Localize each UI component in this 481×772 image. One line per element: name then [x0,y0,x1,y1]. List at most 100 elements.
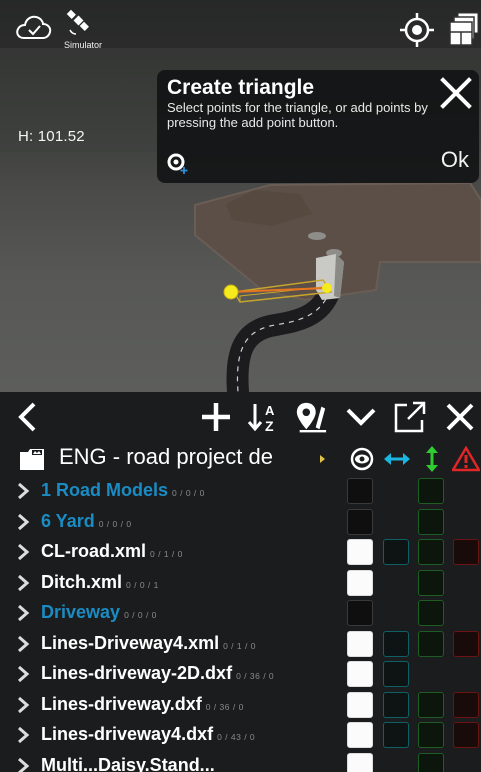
vertical-toggle[interactable] [418,508,444,535]
list-item-label: Lines-Driveway4.xml [41,632,220,653]
horizontal-toggle[interactable] [383,691,409,718]
list-item-name[interactable]: Lines-Driveway4.xml 0 / 1 / 0 [41,633,256,654]
visibility-toggle[interactable] [347,630,373,657]
project-title[interactable]: ENG - road project de [59,444,321,470]
vertical-toggle[interactable] [418,630,444,657]
vertical-toggle[interactable] [418,752,444,772]
warning-toggle[interactable] [453,539,479,565]
list-item-counts: 0 / 36 / 0 [236,671,275,681]
eye-icon[interactable] [348,446,376,472]
horizontal-arrows-icon[interactable] [383,446,411,472]
list-item-counts: 0 / 36 / 0 [205,701,244,712]
list-item[interactable]: Lines-driveway.dxf 0 / 36 / 0 [0,690,481,721]
vertical-toggle[interactable] [418,478,444,504]
vertical-toggle[interactable] [418,691,444,718]
list-item[interactable]: Ditch.xml 0 / 0 / 1 [0,568,481,599]
open-external-icon[interactable] [393,400,427,434]
list-item[interactable]: Lines-driveway-2D.dxf 0 / 36 / 0 [0,659,481,690]
back-chevron-icon[interactable] [10,400,44,434]
visibility-toggle[interactable] [347,691,373,718]
dialog-close-icon[interactable] [439,76,473,110]
chevron-right-icon[interactable] [16,513,30,531]
horizontal-toggle[interactable] [383,539,409,565]
chevron-right-icon[interactable] [16,726,30,744]
chevron-right-icon[interactable] [16,604,30,622]
list-item-name[interactable]: 1 Road Models 0 / 0 / 0 [41,480,205,501]
list-item[interactable]: CL-road.xml 0 / 1 / 0 [0,537,481,568]
title-expand-arrow-icon[interactable] [320,455,325,463]
chevron-right-icon[interactable] [16,482,30,500]
svg-text:Z: Z [265,418,274,434]
list-item-name[interactable]: CL-road.xml 0 / 1 / 0 [41,541,183,562]
list-item-label: Lines-driveway-2D.dxf [41,663,233,683]
layers-panel: AZ ENG - road project de 1 Road Models 0… [0,392,481,772]
project-folder-icon [18,446,46,472]
list-item[interactable]: Lines-Driveway4.xml 0 / 1 / 0 [0,629,481,660]
list-item-counts: 0 / 1 / 0 [150,549,183,559]
dialog-message-line1: Select points for the triangle, or add p… [167,100,428,115]
simulator-label: Simulator [64,40,103,50]
vertical-toggle[interactable] [418,569,444,596]
list-item-counts: 0 / 1 / 0 [223,640,256,651]
list-item-name[interactable]: Ditch.xml 0 / 0 / 1 [41,572,159,593]
visibility-toggle[interactable] [347,508,373,535]
visibility-toggle[interactable] [347,478,373,504]
locate-target-icon[interactable] [399,12,435,48]
project-header: ENG - road project de [0,440,481,476]
list-item-label: 1 Road Models [41,480,169,500]
warning-toggle[interactable] [453,722,479,748]
warning-icon[interactable] [452,446,480,472]
horizontal-toggle[interactable] [383,661,409,687]
sort-az-icon[interactable]: AZ [246,400,280,434]
add-icon[interactable] [199,400,233,434]
cloud-check-icon[interactable] [14,12,54,44]
visibility-toggle[interactable] [347,600,373,626]
visibility-toggle[interactable] [347,569,373,596]
list-item[interactable]: 6 Yard 0 / 0 / 0 [0,507,481,538]
ok-button[interactable]: Ok [441,147,469,173]
list-item[interactable]: Lines-driveway4.dxf 0 / 43 / 0 [0,720,481,751]
panel-close-icon[interactable] [443,400,477,434]
list-item-name[interactable]: Driveway 0 / 0 / 0 [41,602,157,623]
horizontal-toggle[interactable] [383,722,409,748]
chevron-right-icon[interactable] [16,543,30,561]
layers-icon[interactable] [449,12,479,46]
list-item-label: Ditch.xml [41,571,123,592]
visibility-toggle[interactable] [347,722,373,748]
list-item[interactable]: 1 Road Models 0 / 0 / 0 [0,476,481,507]
list-item-label: Multi...Daisy.Stand... [41,754,215,772]
warning-toggle[interactable] [453,691,479,718]
collapse-chevron-icon[interactable] [344,400,378,434]
dialog-title: Create triangle [167,76,315,99]
list-item-name[interactable]: Lines-driveway4.dxf 0 / 43 / 0 [41,724,255,745]
visibility-toggle[interactable] [347,752,373,772]
list-item[interactable]: Driveway 0 / 0 / 0 [0,598,481,629]
visibility-toggle[interactable] [347,661,373,687]
list-item-name[interactable]: Multi...Daisy.Stand... [41,755,215,772]
chevron-right-icon[interactable] [16,574,30,592]
visibility-toggle[interactable] [347,539,373,565]
add-point-icon[interactable] [167,153,189,175]
warning-toggle[interactable] [453,630,479,657]
horizontal-toggle[interactable] [383,630,409,657]
chevron-right-icon[interactable] [16,696,30,714]
chevron-right-icon[interactable] [16,757,30,772]
vertical-toggle[interactable] [418,539,444,565]
chevron-right-icon[interactable] [16,635,30,653]
vertical-arrows-icon[interactable] [418,446,446,472]
chevron-right-icon[interactable] [16,665,30,683]
svg-text:A: A [265,403,275,418]
map-3d-viewport[interactable]: Simulator H: 101.52 Create triangle Sele… [0,0,481,392]
satellite-icon[interactable] [66,8,92,36]
vertical-toggle[interactable] [418,722,444,748]
list-item-name[interactable]: Lines-driveway-2D.dxf 0 / 36 / 0 [41,663,274,684]
list-item-label: Driveway [41,602,121,622]
list-item[interactable]: Multi...Daisy.Stand... [0,751,481,772]
edit-map-marker-icon[interactable] [294,400,328,434]
list-item-name[interactable]: 6 Yard 0 / 0 / 0 [41,511,132,532]
panel-toolbar: AZ [0,392,481,440]
list-item-label: CL-road.xml [41,541,147,561]
layer-list: 1 Road Models 0 / 0 / 0 6 Yard 0 / 0 / 0 CL-… [0,476,481,772]
vertical-toggle[interactable] [418,600,444,626]
list-item-name[interactable]: Lines-driveway.dxf 0 / 36 / 0 [41,694,244,715]
